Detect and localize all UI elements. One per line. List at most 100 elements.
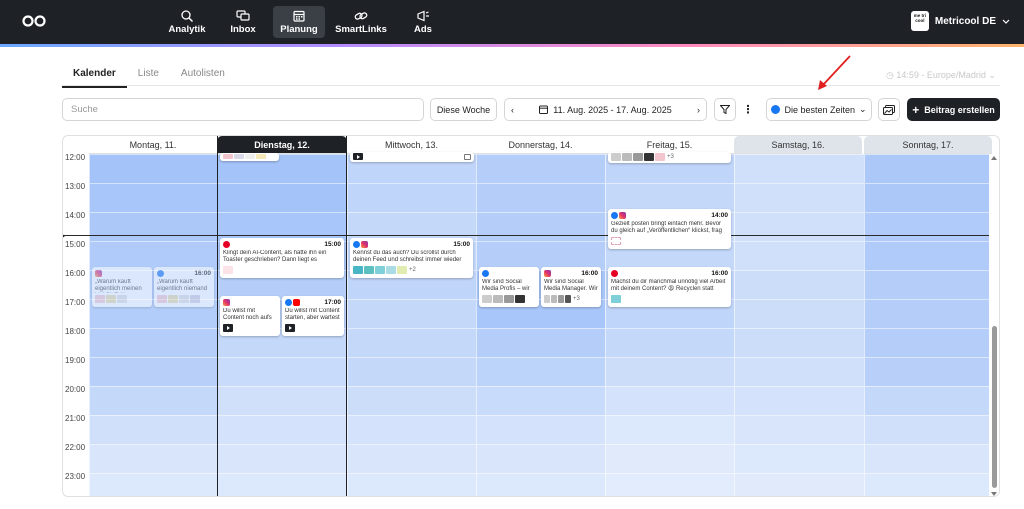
calendar-time-slot[interactable] [605, 444, 734, 473]
nav-analytik[interactable]: Analytik [168, 6, 206, 38]
calendar-time-slot[interactable] [347, 328, 476, 357]
nav-planung[interactable]: Planung [273, 6, 325, 38]
calendar-time-slot[interactable] [476, 241, 605, 270]
calendar-time-slot[interactable] [89, 415, 217, 444]
calendar-time-slot[interactable] [864, 154, 992, 183]
post-card[interactable]: Wir sind Social Media Profis – wir rette… [479, 267, 539, 307]
prev-week-button[interactable]: ‹ [511, 105, 514, 115]
post-card-partial[interactable] [220, 153, 279, 161]
calendar-time-slot[interactable] [347, 299, 476, 328]
nav-ads[interactable]: Ads [410, 6, 436, 38]
calendar-time-slot[interactable] [89, 473, 217, 496]
calendar-time-slot[interactable] [217, 212, 347, 241]
calendar-time-slot[interactable] [864, 212, 992, 241]
day-header-monday[interactable]: Montag, 11. [89, 136, 217, 154]
calendar-time-slot[interactable] [217, 444, 347, 473]
create-post-button[interactable]: + Beitrag erstellen [907, 98, 1000, 121]
calendar-time-slot[interactable] [89, 154, 217, 183]
calendar-time-slot[interactable] [217, 357, 347, 386]
calendar-time-slot[interactable] [864, 415, 992, 444]
calendar-time-slot[interactable] [347, 444, 476, 473]
this-week-button[interactable]: Diese Woche [430, 98, 497, 121]
day-header-saturday[interactable]: Samstag, 16. [734, 136, 862, 154]
calendar-time-slot[interactable] [864, 270, 992, 299]
calendar-time-slot[interactable] [476, 357, 605, 386]
calendar-time-slot[interactable] [734, 270, 864, 299]
calendar-time-slot[interactable] [347, 183, 476, 212]
day-header-tuesday[interactable]: Dienstag, 12. [217, 136, 347, 154]
calendar-time-slot[interactable] [734, 299, 864, 328]
nav-smartlinks[interactable]: SmartLinks [335, 6, 387, 38]
post-card[interactable]: 14:00 Gezielt posten bringt einfach mehr… [608, 209, 731, 249]
calendar-time-slot[interactable] [605, 183, 734, 212]
account-switcher[interactable]: me tri cool Metricool DE [910, 11, 1010, 31]
calendar-time-slot[interactable] [734, 444, 864, 473]
calendar-time-slot[interactable] [734, 357, 864, 386]
calendar-time-slot[interactable] [734, 386, 864, 415]
date-range[interactable]: 11. Aug. 2025 - 17. Aug. 2025 [539, 105, 672, 115]
post-card[interactable]: 15:00 Klingt dein AI-Content, als hätte … [220, 238, 344, 278]
calendar-time-slot[interactable] [89, 357, 217, 386]
calendar-time-slot[interactable] [89, 241, 217, 270]
nav-inbox[interactable]: Inbox [228, 6, 258, 38]
calendar-time-slot[interactable] [476, 473, 605, 496]
calendar-time-slot[interactable] [347, 415, 476, 444]
calendar-time-slot[interactable] [734, 183, 864, 212]
calendar-time-slot[interactable] [476, 183, 605, 212]
metricool-logo-icon[interactable] [22, 14, 46, 28]
calendar-time-slot[interactable] [476, 386, 605, 415]
calendar-time-slot[interactable] [476, 154, 605, 183]
search-input[interactable]: Suche [62, 98, 424, 121]
calendar-time-slot[interactable] [89, 386, 217, 415]
calendar-time-slot[interactable] [89, 328, 217, 357]
calendar-time-slot[interactable] [864, 473, 992, 496]
calendar-time-slot[interactable] [217, 386, 347, 415]
next-week-button[interactable]: › [697, 105, 700, 115]
day-header-sunday[interactable]: Sonntag, 17. [864, 136, 992, 154]
calendar-time-slot[interactable] [864, 328, 992, 357]
calendar-time-slot[interactable] [476, 444, 605, 473]
calendar-time-slot[interactable] [476, 212, 605, 241]
calendar-time-slot[interactable] [605, 386, 734, 415]
calendar-time-slot[interactable] [347, 386, 476, 415]
calendar-time-slot[interactable] [347, 473, 476, 496]
timezone-selector[interactable]: ◷ 14:59 - Europe/Madrid ⌄ [886, 70, 996, 81]
calendar-time-slot[interactable] [605, 415, 734, 444]
calendar-time-slot[interactable] [864, 357, 992, 386]
post-card[interactable]: 16:00 Wir sind Social Media Manager. Wir… [541, 267, 601, 307]
post-card[interactable]: „Warum kauft eigentlich meinen Link?“ 😅 … [92, 267, 152, 307]
filter-button[interactable] [714, 98, 736, 121]
calendar-time-slot[interactable] [864, 241, 992, 270]
calendar-time-slot[interactable] [217, 183, 347, 212]
calendar-time-slot[interactable] [476, 415, 605, 444]
best-times-dropdown[interactable]: Die besten Zeiten ⌄ [766, 98, 872, 121]
scroll-down-icon[interactable] [991, 492, 997, 496]
calendar-time-slot[interactable] [864, 183, 992, 212]
calendar-time-slot[interactable] [734, 154, 864, 183]
calendar-time-slot[interactable] [734, 415, 864, 444]
post-card[interactable]: 17:00 Du willst mit Content starten, abe… [282, 296, 344, 336]
calendar-time-slot[interactable] [347, 212, 476, 241]
post-card-partial[interactable] [350, 152, 474, 162]
calendar-time-slot[interactable] [864, 299, 992, 328]
calendar-time-slot[interactable] [89, 212, 217, 241]
media-library-button[interactable] [878, 98, 900, 121]
calendar-time-slot[interactable] [734, 328, 864, 357]
calendar-time-slot[interactable] [734, 473, 864, 496]
post-card[interactable]: 16:00 Machst du dir manchmal unnötig vie… [608, 267, 731, 307]
calendar-time-slot[interactable] [605, 328, 734, 357]
calendar-scrollbar[interactable] [989, 154, 999, 496]
calendar-time-slot[interactable] [734, 241, 864, 270]
calendar-time-slot[interactable] [347, 357, 476, 386]
calendar-time-slot[interactable] [217, 473, 347, 496]
day-header-thursday[interactable]: Donnerstag, 14. [476, 136, 605, 154]
more-options-icon[interactable]: ⋮ [738, 98, 758, 121]
post-card[interactable]: Du willst mit Content noch aufs perfekte… [220, 296, 280, 336]
post-card[interactable]: 16:00 „Warum kauft eigentlich niemand [154, 267, 214, 307]
calendar-time-slot[interactable] [605, 357, 734, 386]
calendar-time-slot[interactable] [864, 444, 992, 473]
scroll-up-icon[interactable] [991, 156, 997, 160]
post-card[interactable]: 15:00 Kennst du das auch? Du scrollst du… [350, 238, 473, 278]
post-card-partial[interactable]: +3 [608, 152, 731, 163]
calendar-time-slot[interactable] [734, 212, 864, 241]
